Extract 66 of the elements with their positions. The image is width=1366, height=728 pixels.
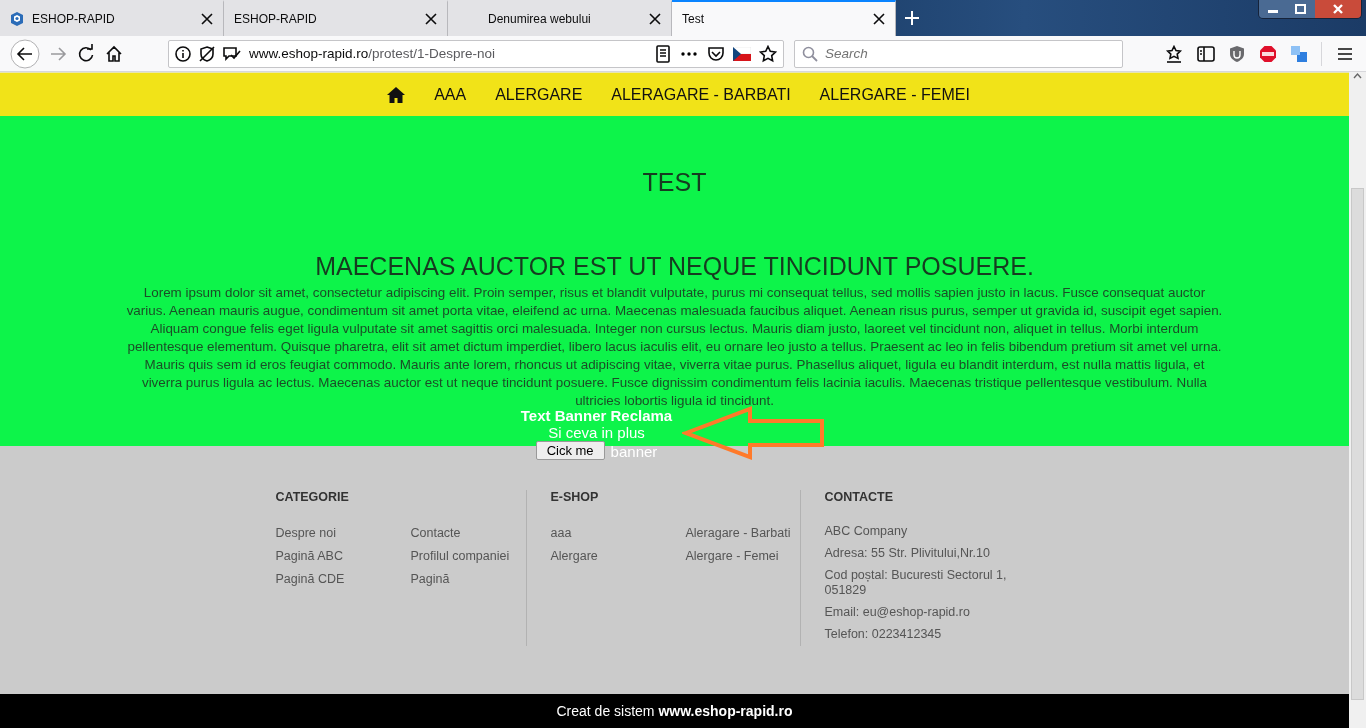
click-button[interactable]: Cick me [535,440,605,460]
url-text: www.eshop-rapid.ro/protest/1-Despre-noi [249,46,497,61]
nav-link[interactable]: ALERGARE - FEMEI [819,85,970,104]
close-icon[interactable] [201,13,213,25]
footer-link[interactable]: Profilul companiei [410,549,526,563]
footer-link[interactable]: Aleragare - Barbati [685,526,800,540]
tab-title: Denumirea webului [488,12,592,26]
browser-tab[interactable]: ESHOP-RAPID [0,0,224,36]
footer-link[interactable]: Pagină [410,572,526,586]
shield-icon[interactable] [1229,44,1245,63]
browser-tab[interactable]: ESHOP-RAPID [224,0,448,36]
column-heading: CONTACTE [824,490,894,504]
home-icon[interactable] [387,86,406,103]
tab-title: Test [682,12,705,26]
close-icon[interactable] [649,13,661,25]
page-title: TEST [642,168,707,197]
footer-link[interactable]: Pagină ABC [275,549,411,563]
footer-link[interactable]: Alergare - Femei [685,549,800,563]
star-tray-icon[interactable] [1165,44,1183,63]
flag-icon[interactable] [733,46,751,61]
back-icon[interactable] [10,38,40,69]
bookmark-star-icon[interactable] [759,44,777,63]
home-icon[interactable] [104,43,124,64]
maximize-icon[interactable] [1287,0,1315,18]
footer-link[interactable]: Pagină CDE [275,572,411,586]
shield-icon [10,11,24,27]
footer-link[interactable]: aaa [550,526,686,540]
footer-link[interactable]: Despre noi [275,526,411,540]
footer-link[interactable]: Alergare [550,549,686,563]
search-icon [802,45,818,62]
contact-line: Telefon: 0223412345 [824,627,943,642]
reload-icon[interactable] [76,43,96,64]
menu-icon[interactable] [1336,45,1354,62]
tab-title: ESHOP-RAPID [234,12,318,26]
reader-view-icon[interactable] [655,44,671,63]
credit-text: Creat de sistem www.eshop-rapid.ro [556,703,793,719]
close-icon[interactable] [425,13,437,25]
sidebar-icon[interactable] [1197,45,1215,62]
close-icon[interactable] [873,13,885,25]
minimize-icon[interactable] [1259,0,1287,18]
nav-link[interactable]: AAA [434,85,467,104]
scroll-up-icon[interactable] [1353,72,1362,80]
nav-link[interactable]: ALERGARE [495,85,583,104]
browser-tab[interactable]: Test [672,0,896,36]
new-tab-icon[interactable] [904,10,920,26]
stop-sign-icon[interactable] [1259,44,1277,63]
browser-tab[interactable]: Denumirea webului [448,0,672,36]
tracking-protection-icon[interactable] [199,45,215,62]
contact-line: Adresa: 55 Str. Plivitului,Nr.10 [824,546,991,561]
contact-line: ABC Company [824,524,909,539]
contact-line: Email: eu@eshop-rapid.ro [824,605,971,620]
nav-link[interactable]: ALERAGARE - BARBATI [611,85,791,104]
column-heading: CATEGORIE [275,490,350,504]
search-field[interactable]: Search [794,39,1123,68]
permissions-icon[interactable] [223,45,241,62]
scrollbar-thumb[interactable] [1351,188,1364,700]
info-icon[interactable] [175,45,191,62]
tab-title: ESHOP-RAPID [32,12,116,26]
translate-icon[interactable] [1291,45,1307,62]
banner-subtitle: Si ceva in plus [548,423,645,441]
address-bar[interactable]: www.eshop-rapid.ro/protest/1-Despre-noi [168,39,784,68]
section-heading: MAECENAS AUCTOR EST UT NEQUE TINCIDUNT POSUERE. [315,252,1034,281]
contact-line: Cod poștal: Bucuresti Sectorul 1, 051829 [824,568,1008,598]
column-heading: E-SHOP [550,490,600,504]
footer-link[interactable]: Contacte [410,526,526,540]
pocket-icon[interactable] [707,45,725,62]
